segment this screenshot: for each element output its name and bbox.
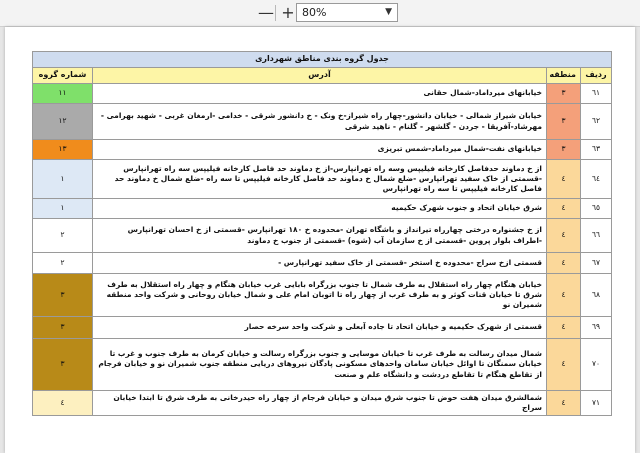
row-number-cell: ٦١ bbox=[580, 83, 612, 104]
address-cell: از خ جشنواره درختی چهارراه تیرانداز و با… bbox=[92, 218, 547, 253]
region-cell: ٤ bbox=[546, 316, 581, 339]
address-cell: خیابان شیراز شمالی - خیابان دانشور-چهار … bbox=[92, 103, 547, 140]
region-cell: ٣ bbox=[546, 103, 581, 140]
zoom-in-icon: + bbox=[281, 3, 295, 22]
address-cell: قسمتی ازخ سراج -محدوده خ استخر -قسمتی از… bbox=[92, 252, 547, 274]
group-cell: ١ bbox=[32, 159, 93, 199]
region-cell: ٤ bbox=[546, 218, 581, 253]
address-cell: قسمتی از شهرک حکیمیه و خیابان اتحاد تا ج… bbox=[92, 316, 547, 339]
address-cell: خیابانهای میرداماد-شمال حقانی bbox=[92, 83, 547, 104]
region-cell: ٣ bbox=[546, 83, 581, 104]
group-cell: ١ bbox=[32, 198, 93, 219]
pdf-toolbar: — + 80% ▼ bbox=[0, 0, 640, 27]
table-row: ٧١ ٤ شمالشرق میدان هفت حوض تا جنوب شرق مید… bbox=[32, 390, 612, 416]
table-row: ٧٠ ٤ شمال میدان رسالت به طرف غرب تا خیابان… bbox=[32, 338, 612, 391]
address-cell: خیابان هنگام چهار راه استقلال به طرف شما… bbox=[92, 273, 547, 317]
group-cell: ١٣ bbox=[32, 139, 93, 160]
row-number-cell: ٦٢ bbox=[580, 103, 612, 140]
table-row: ٦٨ ٤ خیابان هنگام چهار راه استقلال به طرف … bbox=[32, 273, 612, 317]
zoom-out-button[interactable]: — bbox=[256, 3, 276, 23]
toolbar-separator bbox=[275, 5, 276, 21]
document-page: جدول گروه بندی مناطق شهرداری ردیف منطقه … bbox=[5, 27, 635, 453]
table-row: ٦٩ ٤ قسمتی از شهرک حکیمیه و خیابان اتحاد ت… bbox=[32, 316, 612, 339]
table-row: ٦٧ ٤ قسمتی ازخ سراج -محدوده خ استخر -قسمتی… bbox=[32, 252, 612, 274]
group-cell: ٢ bbox=[32, 218, 93, 253]
region-cell: ٤ bbox=[546, 338, 581, 391]
table-row: ٦٥ ٤ شرق خیابان اتحاد و جنوب شهرک حکیمیه ١ bbox=[32, 198, 612, 219]
row-number-cell: ٧١ bbox=[580, 390, 612, 416]
region-cell: ٤ bbox=[546, 273, 581, 317]
row-number-cell: ٦٦ bbox=[580, 218, 612, 253]
region-cell: ٣ bbox=[546, 139, 581, 160]
address-cell: از خ دماوند حدفاصل کارخانه فیلیپس وسه را… bbox=[92, 159, 547, 199]
group-cell: ٢ bbox=[32, 252, 93, 274]
group-cell: ١٢ bbox=[32, 103, 93, 140]
address-cell: شرق خیابان اتحاد و جنوب شهرک حکیمیه bbox=[92, 198, 547, 219]
row-number-cell: ٦٩ bbox=[580, 316, 612, 339]
group-cell: ٣ bbox=[32, 338, 93, 391]
header-region: منطقه bbox=[546, 67, 581, 84]
table-row: ٦٤ ٤ از خ دماوند حدفاصل کارخانه فیلیپس وسه… bbox=[32, 159, 612, 199]
row-number-cell: ٦٨ bbox=[580, 273, 612, 317]
table-header-row: ردیف منطقه آدرس شماره گروه bbox=[32, 67, 612, 84]
group-cell: ٣ bbox=[32, 273, 93, 317]
group-cell: ٤ bbox=[32, 390, 93, 416]
group-cell: ١١ bbox=[32, 83, 93, 104]
header-group: شماره گروه bbox=[32, 67, 93, 84]
row-number-cell: ٦٣ bbox=[580, 139, 612, 160]
region-cell: ٤ bbox=[546, 390, 581, 416]
group-cell: ٣ bbox=[32, 316, 93, 339]
zoom-select[interactable]: 80% ▼ bbox=[296, 3, 398, 22]
table-title: جدول گروه بندی مناطق شهرداری bbox=[32, 51, 612, 68]
region-cell: ٤ bbox=[546, 252, 581, 274]
header-row-number: ردیف bbox=[580, 67, 612, 84]
address-cell: شمالشرق میدان هفت حوض تا جنوب شرق میدان … bbox=[92, 390, 547, 416]
address-cell: خیابانهای نفت-شمال میرداماد-شمس تبریزی bbox=[92, 139, 547, 160]
chevron-down-icon: ▼ bbox=[385, 7, 392, 17]
row-number-cell: ٦٧ bbox=[580, 252, 612, 274]
table-row: ٦١ ٣ خیابانهای میرداماد-شمال حقانی ١١ bbox=[32, 83, 612, 104]
table-row: ٦٢ ٣ خیابان شیراز شمالی - خیابان دانشور-چه… bbox=[32, 103, 612, 140]
zoom-in-button[interactable]: + bbox=[278, 3, 298, 23]
regions-table: جدول گروه بندی مناطق شهرداری ردیف منطقه … bbox=[32, 51, 612, 416]
address-cell: شمال میدان رسالت به طرف غرب تا خیابان مو… bbox=[92, 338, 547, 391]
region-cell: ٤ bbox=[546, 198, 581, 219]
zoom-out-icon: — bbox=[258, 3, 274, 22]
table-row: ٦٦ ٤ از خ جشنواره درختی چهارراه تیرانداز و… bbox=[32, 218, 612, 253]
row-number-cell: ٧٠ bbox=[580, 338, 612, 391]
table-title-row: جدول گروه بندی مناطق شهرداری bbox=[32, 51, 612, 68]
row-number-cell: ٦٤ bbox=[580, 159, 612, 199]
row-number-cell: ٦٥ bbox=[580, 198, 612, 219]
header-address: آدرس bbox=[92, 67, 547, 84]
zoom-value: 80% bbox=[302, 6, 327, 19]
table-row: ٦٣ ٣ خیابانهای نفت-شمال میرداماد-شمس تبریز… bbox=[32, 139, 612, 160]
region-cell: ٤ bbox=[546, 159, 581, 199]
